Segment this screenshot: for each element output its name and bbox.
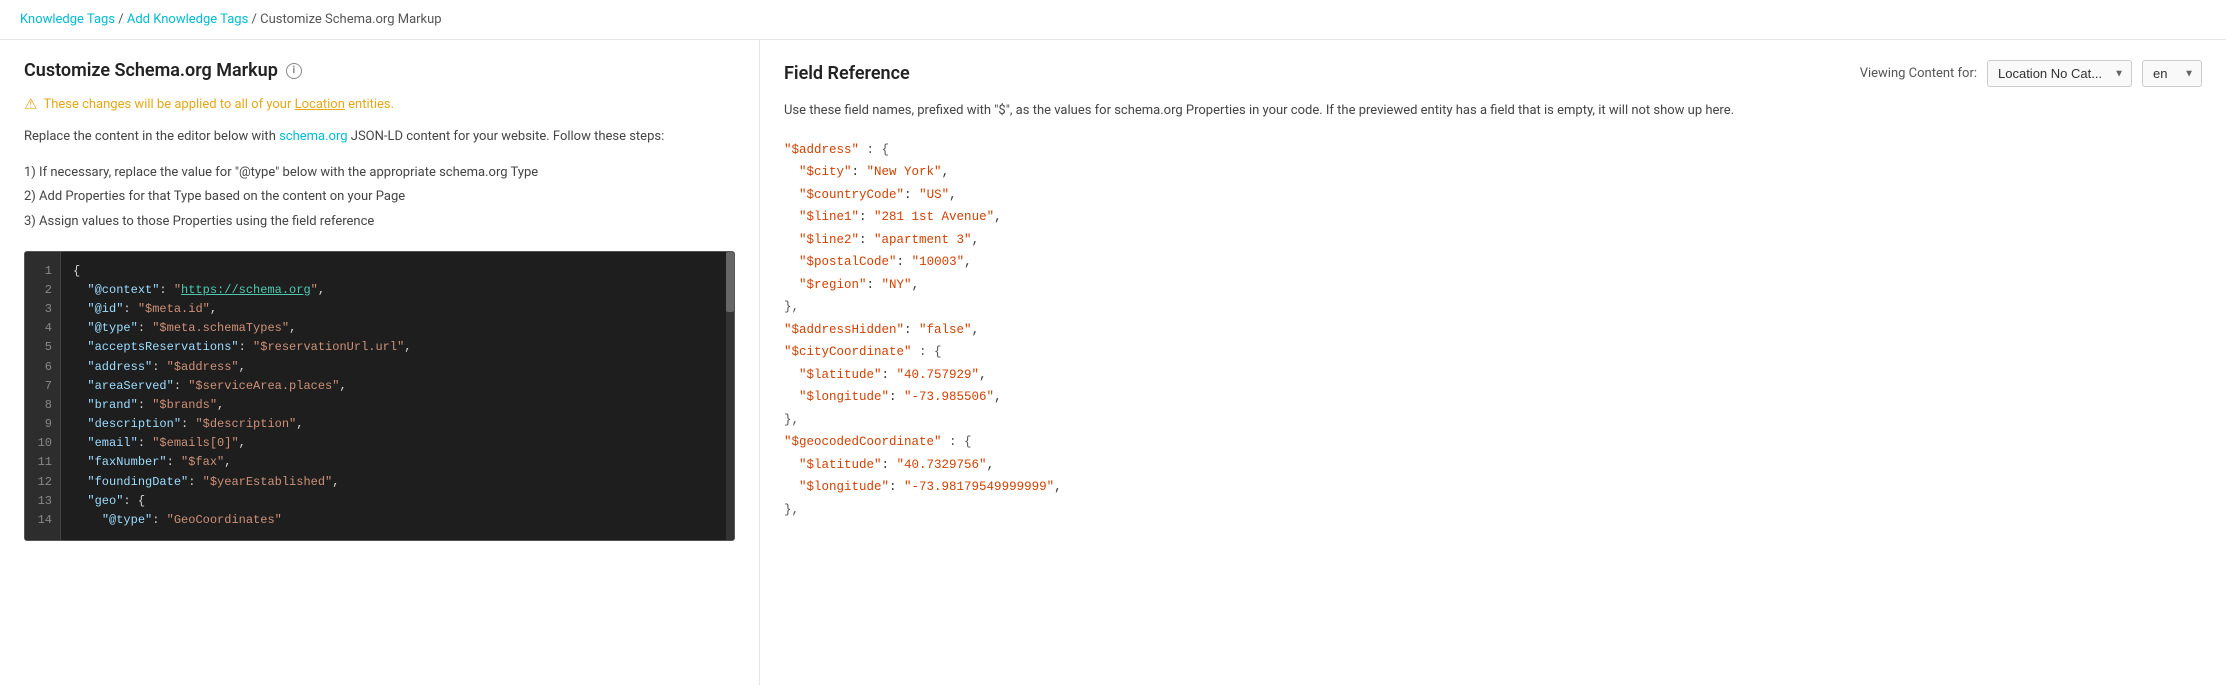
- right-panel: Field Reference Viewing Content for: Loc…: [760, 40, 2226, 685]
- breadcrumb-knowledge-tags[interactable]: Knowledge Tags: [20, 12, 115, 27]
- lang-dropdown-wrapper: en ▼: [2142, 60, 2202, 87]
- viewing-controls: Viewing Content for: Location No Cat... …: [1860, 60, 2202, 87]
- info-icon[interactable]: i: [286, 63, 302, 79]
- breadcrumb-current: Customize Schema.org Markup: [260, 12, 442, 27]
- right-panel-header: Field Reference Viewing Content for: Loc…: [784, 60, 2202, 87]
- right-panel-description: Use these field names, prefixed with "$"…: [784, 101, 2202, 121]
- breadcrumb: Knowledge Tags / Add Knowledge Tags / Cu…: [0, 0, 2226, 39]
- scrollbar[interactable]: [726, 252, 734, 541]
- warning-location-link[interactable]: Location: [295, 97, 345, 112]
- field-reference-code: "$address" : { "$city": "New York", "$co…: [784, 139, 2202, 522]
- warning-text: These changes will be applied to all of …: [43, 97, 394, 112]
- viewing-label: Viewing Content for:: [1860, 66, 1977, 81]
- line-numbers: 1 2 3 4 5 6 7 8 9 10 11 12 13 14: [25, 252, 61, 541]
- warning-icon: ⚠: [24, 95, 37, 113]
- left-panel: Customize Schema.org Markup i ⚠ These ch…: [0, 40, 760, 685]
- code-editor[interactable]: 1 2 3 4 5 6 7 8 9 10 11 12 13 14 {: [24, 251, 735, 542]
- main-layout: Customize Schema.org Markup i ⚠ These ch…: [0, 39, 2226, 685]
- location-dropdown-wrapper: Location No Cat... ▼: [1987, 60, 2132, 87]
- warning-bar: ⚠ These changes will be applied to all o…: [24, 95, 735, 113]
- steps: 1) If necessary, replace the value for "…: [24, 161, 735, 235]
- left-panel-title: Customize Schema.org Markup i: [24, 60, 735, 81]
- lang-dropdown[interactable]: en: [2142, 60, 2202, 87]
- description-text: Replace the content in the editor below …: [24, 127, 735, 147]
- right-panel-title: Field Reference: [784, 63, 910, 84]
- location-dropdown[interactable]: Location No Cat...: [1987, 60, 2132, 87]
- breadcrumb-add-knowledge-tags[interactable]: Add Knowledge Tags: [127, 12, 248, 27]
- code-content: { "@context": "https://schema.org", "@id…: [61, 252, 734, 541]
- schema-org-link[interactable]: schema.org: [279, 129, 347, 144]
